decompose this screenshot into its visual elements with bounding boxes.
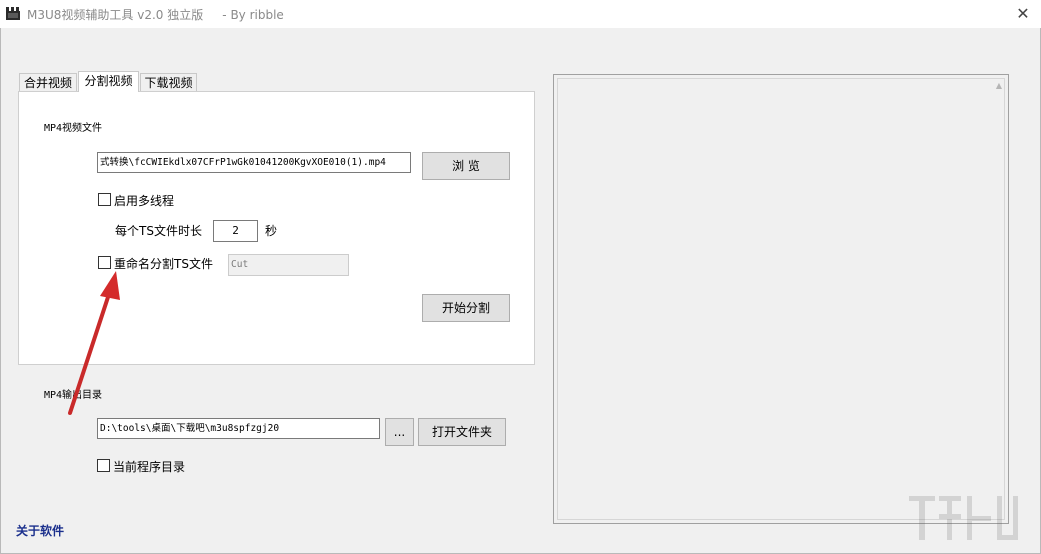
watermark-logo-icon xyxy=(909,496,1018,540)
tab-split-video[interactable]: 分割视频 xyxy=(78,71,139,92)
annotation-arrow-icon xyxy=(68,271,120,415)
